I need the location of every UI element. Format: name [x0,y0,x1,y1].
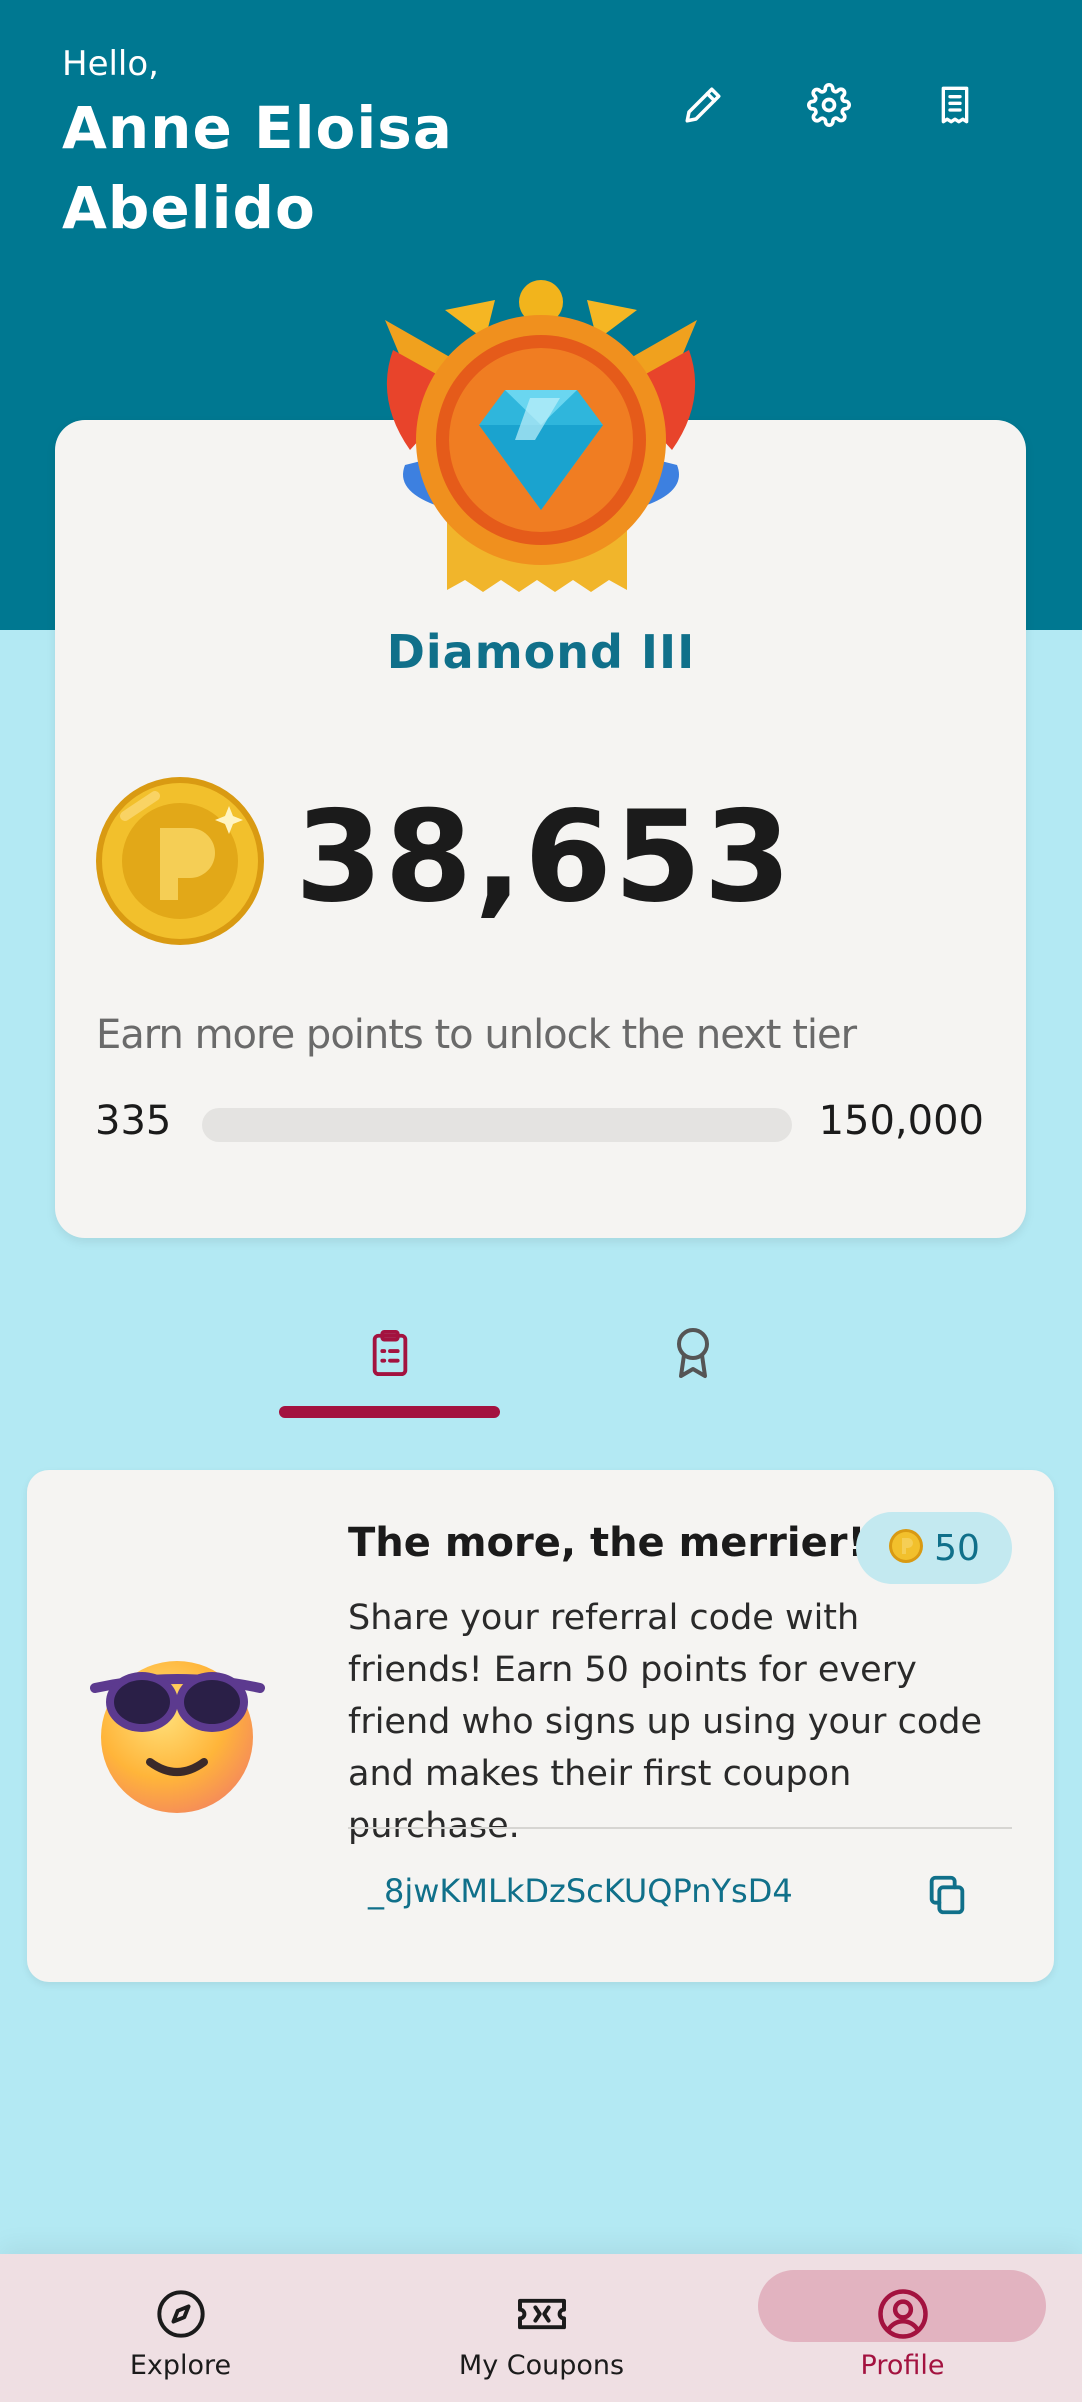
settings-icon[interactable] [804,80,854,130]
referral-title: The more, the merrier! [348,1520,866,1566]
active-tab-indicator [279,1406,500,1418]
nav-item-my-coupons[interactable]: My Coupons [361,2254,722,2402]
compass-icon [151,2284,211,2344]
award-ribbon-icon [673,1326,713,1384]
referral-description: Share your referral code with friends! E… [348,1598,982,1846]
greeting-text: Hello, [62,44,159,84]
nav-label-explore: Explore [129,2350,232,2381]
progress-min-value: 335 [95,1098,172,1144]
nav-item-explore[interactable]: Explore [0,2254,361,2402]
copy-icon[interactable] [924,1872,970,1918]
referral-points-badge: 50 [856,1512,1012,1584]
tab-achievements[interactable] [648,1320,738,1390]
user-name: Anne Eloisa Abelido [62,94,453,242]
user-circle-icon [873,2284,933,2344]
ticket-icon [512,2284,572,2344]
nav-label-profile: Profile [860,2350,945,2381]
receipt-icon[interactable] [930,80,980,130]
tier-progress-bar [202,1108,792,1142]
tab-activities[interactable] [345,1320,435,1390]
progress-max-value: 150,000 [818,1098,984,1144]
referral-points-value: 50 [934,1527,980,1569]
divider [348,1827,1012,1829]
points-balance: 38,653 [295,783,794,930]
diamond-tier-badge-icon [375,280,707,600]
edit-icon[interactable] [678,80,728,130]
tier-name: Diamond III [386,625,696,679]
coin-small-icon [888,1528,924,1568]
referral-code: _8jwKMLkDzScKUQPnYsD4 [368,1872,793,1910]
clipboard-list-icon [367,1327,413,1383]
coin-icon [95,776,265,946]
tier-hint-text: Earn more points to unlock the next tier [96,1012,857,1058]
nav-item-profile[interactable]: Profile [722,2254,1082,2402]
sunglasses-emoji-icon [90,1640,265,1815]
nav-label-my-coupons: My Coupons [458,2350,625,2381]
